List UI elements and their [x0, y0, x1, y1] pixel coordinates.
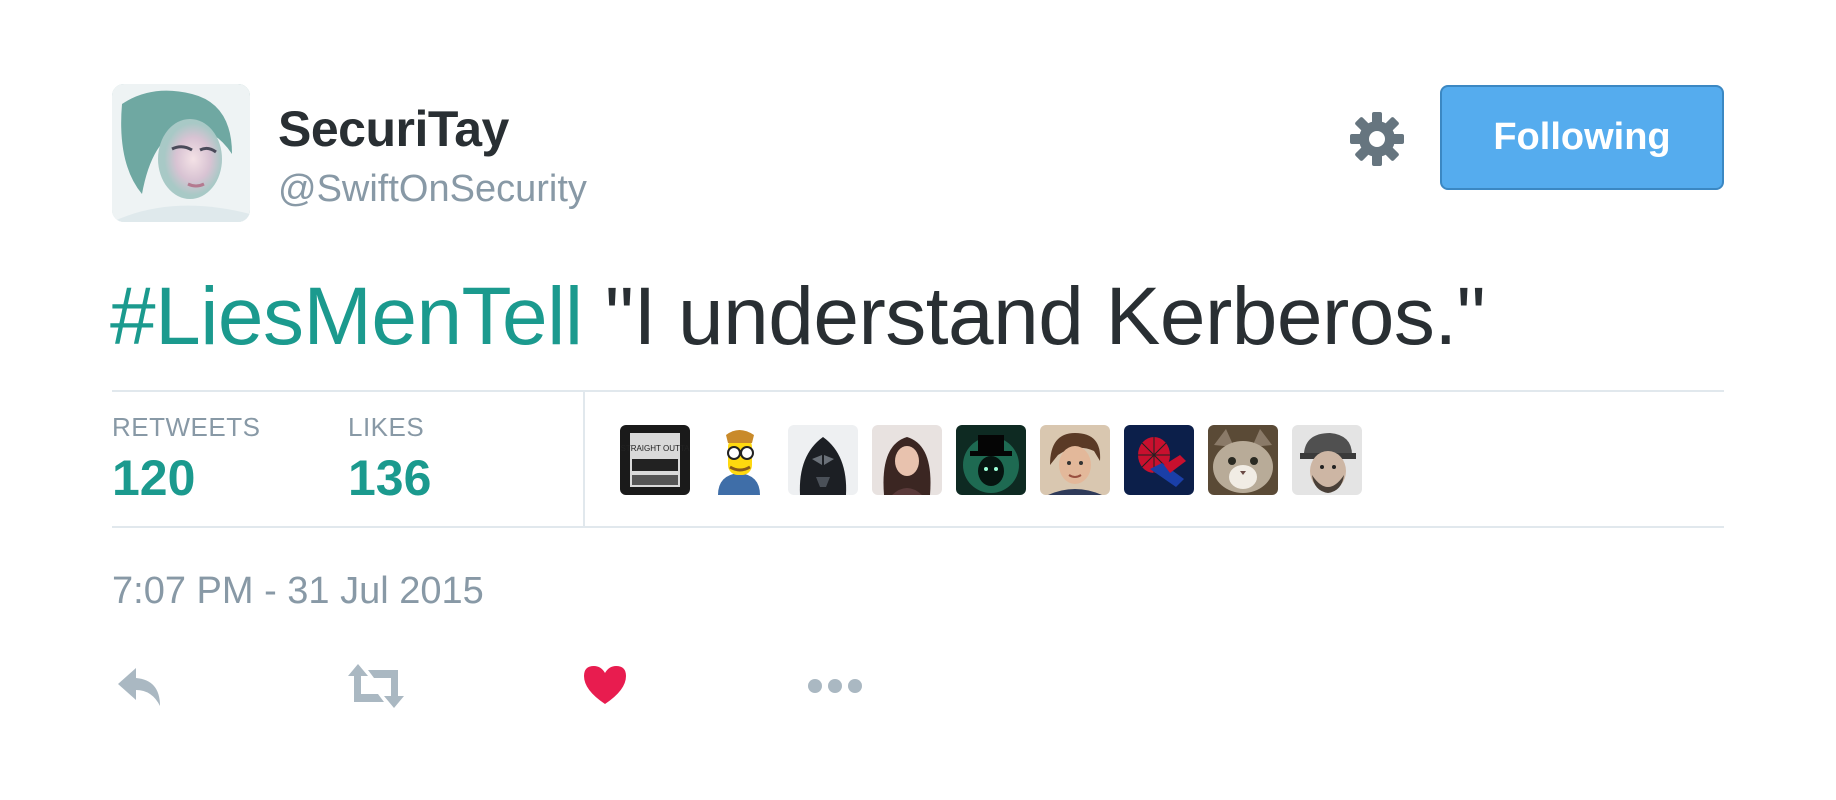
retweets-stat[interactable]: RETWEETS 120 — [112, 412, 260, 507]
liker-avatar[interactable] — [704, 425, 774, 495]
tweet-text: #LiesMenTell "I understand Kerberos." — [110, 271, 1486, 362]
reply-icon[interactable] — [114, 660, 166, 712]
likers-list: STRAIGHT OUTTA — [620, 425, 1362, 495]
stats-divider — [583, 392, 585, 526]
liker-avatar[interactable] — [956, 425, 1026, 495]
liker-banner-text: STRAIGHT OUTTA — [620, 444, 690, 453]
heart-icon[interactable] — [582, 660, 628, 712]
likes-count: 136 — [348, 450, 432, 506]
liker-avatar[interactable] — [1040, 425, 1110, 495]
divider — [112, 390, 1724, 392]
more-icon[interactable] — [806, 660, 864, 712]
liker-avatar[interactable] — [872, 425, 942, 495]
liker-avatar[interactable] — [1124, 425, 1194, 495]
liker-avatar[interactable] — [1208, 425, 1278, 495]
avatar[interactable] — [112, 84, 250, 222]
liker-avatar[interactable] — [1292, 425, 1362, 495]
following-button[interactable]: Following — [1440, 85, 1724, 190]
retweets-count: 120 — [112, 450, 196, 506]
likes-stat[interactable]: LIKES 136 — [348, 412, 431, 507]
retweets-label: RETWEETS — [112, 412, 261, 442]
tweet-body: "I understand Kerberos." — [582, 271, 1486, 362]
divider — [112, 526, 1724, 528]
timestamp[interactable]: 7:07 PM - 31 Jul 2015 — [112, 570, 484, 613]
display-name[interactable]: SecuriTay — [278, 100, 509, 158]
user-handle[interactable]: @SwiftOnSecurity — [278, 168, 587, 211]
liker-avatar[interactable] — [788, 425, 858, 495]
liker-avatar[interactable]: STRAIGHT OUTTA — [620, 425, 690, 495]
gear-icon[interactable] — [1348, 110, 1406, 168]
tweet-card: SecuriTay @SwiftOnSecurity Following #Li… — [0, 0, 1836, 800]
likes-label: LIKES — [348, 412, 425, 442]
retweet-icon[interactable] — [346, 660, 406, 712]
hashtag-link[interactable]: #LiesMenTell — [110, 271, 583, 362]
